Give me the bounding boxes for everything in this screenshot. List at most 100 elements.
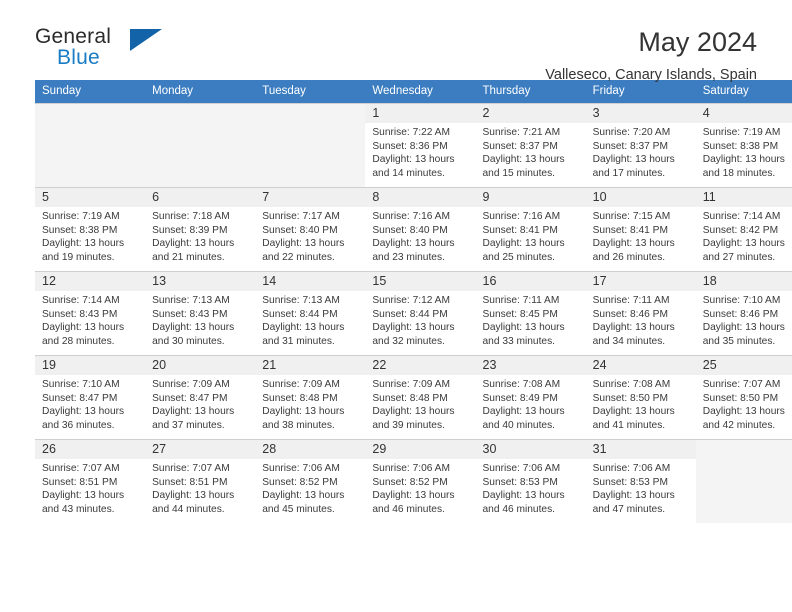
weekday-header-tuesday: Tuesday xyxy=(255,80,366,103)
empty-cell-inner xyxy=(255,103,366,187)
daylight-line-1: Daylight: 13 hours xyxy=(152,238,235,250)
day-cell-inner: 25 Sunrise: 7:07 AM Sunset: 8:50 PM Dayligh… xyxy=(695,355,792,439)
calendar-day-cell[interactable]: 11 Sunrise: 7:14 AM Sunset: 8:42 PM Dayligh… xyxy=(695,187,792,271)
sunrise-time: Sunrise: 7:13 AM xyxy=(262,295,340,307)
general-blue-logo: General Blue xyxy=(35,26,165,72)
calendar-day-cell[interactable]: 8 Sunrise: 7:16 AM Sunset: 8:40 PM Daylight… xyxy=(365,187,476,271)
daylight-line-2: and 22 minutes. xyxy=(262,251,335,263)
sunset-time: Sunset: 8:48 PM xyxy=(262,392,338,404)
calendar-day-cell[interactable]: 31 Sunrise: 7:06 AM Sunset: 8:53 PM Dayligh… xyxy=(585,439,696,523)
daylight-line-2: and 27 minutes. xyxy=(702,251,776,263)
sunset-time: Sunset: 8:43 PM xyxy=(152,308,228,320)
calendar-day-cell[interactable]: 25 Sunrise: 7:07 AM Sunset: 8:50 PM Dayligh… xyxy=(695,355,792,439)
day-cell-inner: 17 Sunrise: 7:11 AM Sunset: 8:46 PM Dayligh… xyxy=(585,271,696,355)
calendar-day-cell[interactable]: 14 Sunrise: 7:13 AM Sunset: 8:44 PM Dayligh… xyxy=(255,271,366,355)
day-number: 23 xyxy=(475,356,586,376)
day-details: Sunrise: 7:19 AM Sunset: 8:38 PM Daylight:… xyxy=(696,123,792,180)
calendar-day-cell[interactable]: 6 Sunrise: 7:18 AM Sunset: 8:39 PM Daylight… xyxy=(145,187,256,271)
calendar-day-cell[interactable]: 23 Sunrise: 7:08 AM Sunset: 8:49 PM Dayligh… xyxy=(475,355,586,439)
day-number: 2 xyxy=(475,104,586,124)
calendar-day-cell[interactable]: 18 Sunrise: 7:10 AM Sunset: 8:46 PM Dayligh… xyxy=(695,271,792,355)
day-number: 3 xyxy=(585,104,696,124)
sunset-time: Sunset: 8:51 PM xyxy=(42,476,118,488)
day-details: Sunrise: 7:06 AM Sunset: 8:53 PM Daylight:… xyxy=(586,459,696,516)
calendar-day-cell[interactable]: 15 Sunrise: 7:12 AM Sunset: 8:44 PM Dayligh… xyxy=(365,271,476,355)
day-cell-inner: 8 Sunrise: 7:16 AM Sunset: 8:40 PM Daylight… xyxy=(365,187,476,271)
calendar-day-cell-empty xyxy=(145,103,256,187)
calendar-day-cell[interactable]: 27 Sunrise: 7:07 AM Sunset: 8:51 PM Dayligh… xyxy=(145,439,256,523)
calendar-week-row: 26 Sunrise: 7:07 AM Sunset: 8:51 PM Dayligh… xyxy=(35,439,792,523)
calendar-day-cell[interactable]: 4 Sunrise: 7:19 AM Sunset: 8:38 PM Daylight… xyxy=(695,103,792,187)
calendar-day-cell[interactable]: 5 Sunrise: 7:19 AM Sunset: 8:38 PM Daylight… xyxy=(35,187,146,271)
day-number: 29 xyxy=(365,440,476,460)
day-number: 1 xyxy=(365,104,476,124)
calendar-day-cell[interactable]: 30 Sunrise: 7:06 AM Sunset: 8:53 PM Dayligh… xyxy=(475,439,586,523)
daylight-line-2: and 34 minutes. xyxy=(592,335,666,347)
daylight-line-2: and 43 minutes. xyxy=(42,503,115,515)
sunset-time: Sunset: 8:47 PM xyxy=(42,392,118,404)
sunset-time: Sunset: 8:49 PM xyxy=(482,392,558,404)
sunset-time: Sunset: 8:44 PM xyxy=(262,308,338,320)
calendar-day-cell[interactable]: 17 Sunrise: 7:11 AM Sunset: 8:46 PM Dayligh… xyxy=(585,271,696,355)
sunset-time: Sunset: 8:44 PM xyxy=(372,308,448,320)
daylight-line-1: Daylight: 13 hours xyxy=(372,322,455,334)
empty-cell-inner xyxy=(145,103,256,187)
sunrise-time: Sunrise: 7:11 AM xyxy=(592,295,670,307)
sunset-time: Sunset: 8:50 PM xyxy=(592,392,668,404)
daylight-line-2: and 39 minutes. xyxy=(372,419,445,431)
sunrise-time: Sunrise: 7:06 AM xyxy=(592,463,671,475)
day-cell-inner: 9 Sunrise: 7:16 AM Sunset: 8:41 PM Daylight… xyxy=(475,187,586,271)
daylight-line-2: and 26 minutes. xyxy=(592,251,666,263)
daylight-line-2: and 23 minutes. xyxy=(372,251,445,263)
day-details: Sunrise: 7:06 AM Sunset: 8:52 PM Daylight:… xyxy=(255,459,365,516)
daylight-line-1: Daylight: 13 hours xyxy=(592,490,675,502)
day-cell-inner: 10 Sunrise: 7:15 AM Sunset: 8:41 PM Dayligh… xyxy=(585,187,696,271)
calendar-day-cell[interactable]: 22 Sunrise: 7:09 AM Sunset: 8:48 PM Dayligh… xyxy=(365,355,476,439)
sunrise-time: Sunrise: 7:09 AM xyxy=(262,379,340,391)
day-details: Sunrise: 7:07 AM Sunset: 8:51 PM Daylight:… xyxy=(145,459,255,516)
sunrise-time: Sunrise: 7:06 AM xyxy=(372,463,450,475)
day-number: 11 xyxy=(695,188,792,208)
day-number-placeholder xyxy=(695,440,792,460)
calendar-week-row: 19 Sunrise: 7:10 AM Sunset: 8:47 PM Dayligh… xyxy=(35,355,792,439)
day-number: 7 xyxy=(255,188,366,208)
sunset-time: Sunset: 8:37 PM xyxy=(482,140,558,152)
calendar-day-cell[interactable]: 28 Sunrise: 7:06 AM Sunset: 8:52 PM Dayligh… xyxy=(255,439,366,523)
day-cell-inner: 15 Sunrise: 7:12 AM Sunset: 8:44 PM Dayligh… xyxy=(365,271,476,355)
day-details: Sunrise: 7:06 AM Sunset: 8:53 PM Daylight:… xyxy=(476,459,586,516)
calendar-day-cell[interactable]: 7 Sunrise: 7:17 AM Sunset: 8:40 PM Daylight… xyxy=(255,187,366,271)
sunrise-time: Sunrise: 7:14 AM xyxy=(702,211,781,223)
daylight-line-1: Daylight: 13 hours xyxy=(482,322,565,334)
calendar-day-cell[interactable]: 24 Sunrise: 7:08 AM Sunset: 8:50 PM Dayligh… xyxy=(585,355,696,439)
sunset-time: Sunset: 8:46 PM xyxy=(592,308,668,320)
day-details: Sunrise: 7:10 AM Sunset: 8:46 PM Daylight:… xyxy=(696,291,792,348)
calendar-day-cell[interactable]: 29 Sunrise: 7:06 AM Sunset: 8:52 PM Dayligh… xyxy=(365,439,476,523)
calendar-day-cell[interactable]: 3 Sunrise: 7:20 AM Sunset: 8:37 PM Daylight… xyxy=(585,103,696,187)
weekday-header-saturday: Saturday xyxy=(695,80,792,103)
calendar-day-cell[interactable]: 2 Sunrise: 7:21 AM Sunset: 8:37 PM Daylight… xyxy=(475,103,586,187)
day-number: 12 xyxy=(35,272,146,292)
calendar-day-cell[interactable]: 9 Sunrise: 7:16 AM Sunset: 8:41 PM Daylight… xyxy=(475,187,586,271)
day-cell-inner: 21 Sunrise: 7:09 AM Sunset: 8:48 PM Dayligh… xyxy=(255,355,366,439)
calendar-day-cell[interactable]: 26 Sunrise: 7:07 AM Sunset: 8:51 PM Dayligh… xyxy=(35,439,146,523)
day-details: Sunrise: 7:13 AM Sunset: 8:44 PM Daylight:… xyxy=(255,291,365,348)
day-number: 14 xyxy=(255,272,366,292)
calendar-day-cell[interactable]: 16 Sunrise: 7:11 AM Sunset: 8:45 PM Dayligh… xyxy=(475,271,586,355)
day-number: 16 xyxy=(475,272,586,292)
calendar-day-cell[interactable]: 10 Sunrise: 7:15 AM Sunset: 8:41 PM Dayligh… xyxy=(585,187,696,271)
day-number-placeholder xyxy=(145,104,256,124)
calendar-day-cell[interactable]: 13 Sunrise: 7:13 AM Sunset: 8:43 PM Dayligh… xyxy=(145,271,256,355)
calendar-day-cell[interactable]: 12 Sunrise: 7:14 AM Sunset: 8:43 PM Dayligh… xyxy=(35,271,146,355)
sunrise-time: Sunrise: 7:20 AM xyxy=(592,127,671,139)
calendar-day-cell[interactable]: 1 Sunrise: 7:22 AM Sunset: 8:36 PM Daylight… xyxy=(365,103,476,187)
calendar-day-cell[interactable]: 21 Sunrise: 7:09 AM Sunset: 8:48 PM Dayligh… xyxy=(255,355,366,439)
page-header: General Blue May 2024 Valleseco, Canary … xyxy=(35,0,757,83)
day-details: Sunrise: 7:09 AM Sunset: 8:48 PM Daylight:… xyxy=(365,375,475,432)
sunrise-time: Sunrise: 7:12 AM xyxy=(372,295,450,307)
sunrise-time: Sunrise: 7:22 AM xyxy=(372,127,450,139)
sunrise-time: Sunrise: 7:09 AM xyxy=(372,379,450,391)
daylight-line-2: and 25 minutes. xyxy=(482,251,556,263)
calendar-day-cell[interactable]: 19 Sunrise: 7:10 AM Sunset: 8:47 PM Dayligh… xyxy=(35,355,146,439)
daylight-line-2: and 47 minutes. xyxy=(592,503,666,515)
calendar-day-cell[interactable]: 20 Sunrise: 7:09 AM Sunset: 8:47 PM Dayligh… xyxy=(145,355,256,439)
